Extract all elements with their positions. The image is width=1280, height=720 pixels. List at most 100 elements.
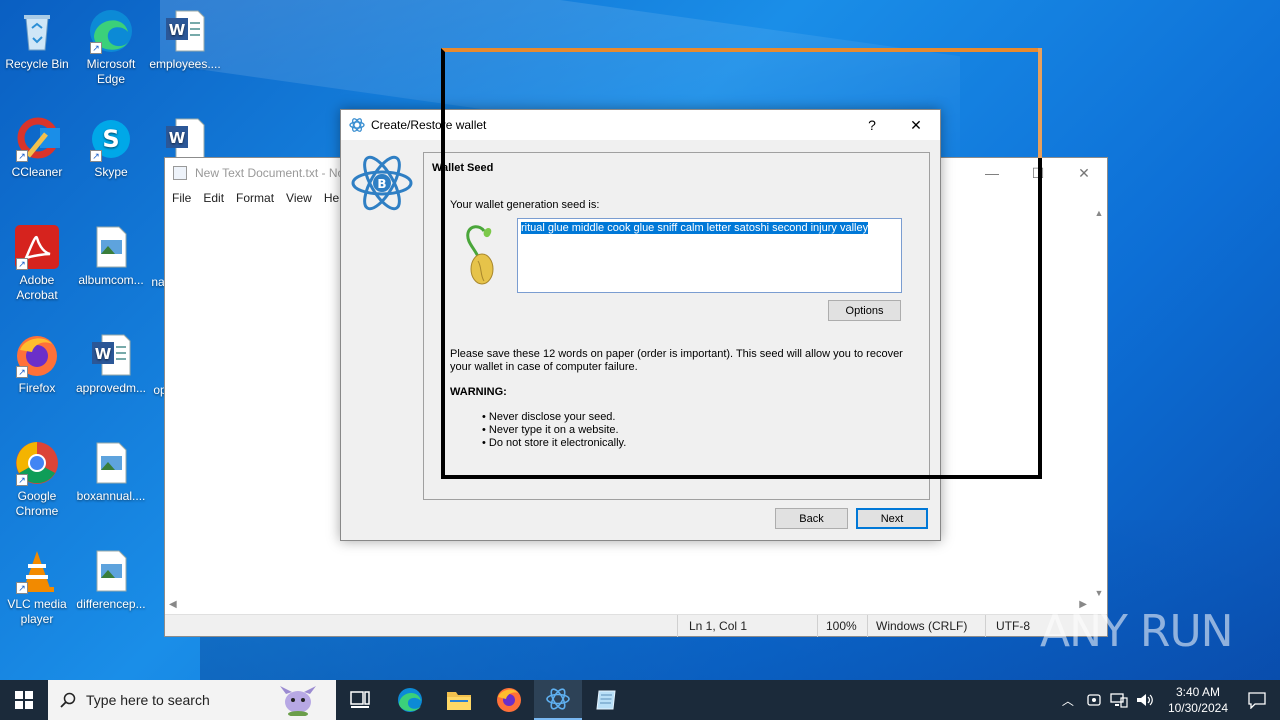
warning-title: WARNING: (450, 386, 507, 398)
taskbar-firefox[interactable] (485, 680, 533, 720)
desktop-icon-label: Microsoft Edge (86, 57, 136, 86)
ccleaner-icon: ↗ (14, 116, 60, 162)
adobe-acrobat-icon: ↗ (14, 224, 60, 270)
image-file-icon (88, 224, 134, 270)
shortcut-arrow-icon: ↗ (16, 258, 28, 270)
shortcut-arrow-icon: ↗ (16, 366, 28, 378)
notepad-horizontal-scrollbar[interactable]: ◀ ▶ (165, 598, 1091, 614)
dialog-title: Create/Restore wallet (371, 118, 487, 132)
desktop-icon-label: VLC media player (7, 597, 67, 626)
vlc-icon: ↗ (14, 548, 60, 594)
system-tray: ︿ 3:40 AM 10/30/2024 (1062, 680, 1280, 720)
desktop-icon-employees[interactable]: W employees.... (148, 8, 222, 72)
warning-item-text: Never type it on a website. (488, 424, 619, 436)
seed-sprout-icon (466, 225, 494, 285)
desktop-icon-ccleaner[interactable]: ↗ CCleaner (0, 116, 74, 180)
task-view-button[interactable] (336, 680, 384, 720)
windows-logo-icon (15, 691, 33, 709)
maximize-icon[interactable]: ☐ (1015, 158, 1061, 188)
notepad-vertical-scrollbar[interactable]: ▲ ▼ (1091, 208, 1107, 598)
info-text-line2: your wallet in case of computer failure. (450, 361, 638, 373)
image-file-icon (88, 548, 134, 594)
desktop-icon-label: approvedm... (75, 381, 147, 395)
edge-icon: ↗ (88, 8, 134, 54)
taskbar: Type here to search ︿ 3:40 AM 10/30/2024 (0, 680, 1280, 720)
taskbar-edge[interactable] (386, 680, 434, 720)
scroll-down-icon[interactable]: ▼ (1091, 588, 1107, 598)
menu-format[interactable]: Format (236, 191, 286, 205)
status-separator (867, 615, 868, 637)
desktop-icon-boxannual[interactable]: boxannual.... (74, 440, 148, 504)
section-title: Wallet Seed (432, 162, 494, 174)
desktop-icon-label: employees.... (149, 57, 221, 71)
close-icon[interactable]: ✕ (1061, 158, 1107, 188)
notification-icon[interactable] (1248, 691, 1266, 709)
desktop-icon-label: differencep... (76, 597, 146, 611)
svg-text:W: W (95, 345, 112, 363)
menu-file[interactable]: File (172, 191, 203, 205)
network-icon[interactable] (1110, 692, 1128, 708)
notepad-icon (173, 166, 187, 180)
desktop-icon-approvedm[interactable]: W approvedm... (74, 332, 148, 396)
status-cursor-position: Ln 1, Col 1 (689, 619, 748, 633)
svg-text:B: B (377, 177, 386, 191)
back-button[interactable]: Back (775, 508, 848, 529)
status-encoding: UTF-8 (996, 619, 1030, 633)
desktop-icon-label: boxannual.... (76, 489, 146, 503)
image-file-icon (88, 440, 134, 486)
create-restore-wallet-dialog[interactable]: Create/Restore wallet ? ✕ B Wallet Seed … (340, 109, 941, 541)
seed-label: Your wallet generation seed is: (450, 199, 600, 211)
volume-icon[interactable] (1136, 692, 1154, 708)
next-button[interactable]: Next (856, 508, 928, 529)
shortcut-arrow-icon: ↗ (16, 474, 28, 486)
desktop-icon-label: Adobe Acrobat (16, 273, 58, 302)
dialog-close-button[interactable]: ✕ (894, 110, 938, 140)
word-doc-icon: W (162, 116, 208, 162)
svg-text:S: S (102, 125, 119, 153)
taskbar-clock[interactable]: 3:40 AM 10/30/2024 (1168, 684, 1228, 716)
scroll-up-icon[interactable]: ▲ (1091, 208, 1107, 218)
taskbar-notepad[interactable] (583, 680, 631, 720)
desktop-icon-differencep[interactable]: differencep... (74, 548, 148, 612)
help-button[interactable]: ? (850, 110, 894, 140)
scroll-left-icon[interactable]: ◀ (169, 599, 177, 610)
menu-view[interactable]: View (286, 191, 324, 205)
meet-now-icon[interactable] (1086, 692, 1102, 708)
shortcut-arrow-icon: ↗ (90, 150, 102, 162)
electrum-logo-icon: B (351, 155, 413, 211)
recycle-bin-icon (14, 8, 60, 54)
status-separator (817, 615, 818, 637)
chevron-up-icon[interactable]: ︿ (1062, 692, 1074, 709)
desktop-icon-label: CCleaner (11, 165, 63, 179)
status-separator (677, 615, 678, 637)
word-doc-icon: W (162, 8, 208, 54)
options-button[interactable]: Options (828, 300, 901, 321)
desktop-icon-adobe-acrobat[interactable]: ↗ Adobe Acrobat (0, 224, 74, 303)
warning-item: • Never disclose your seed. (482, 411, 616, 423)
seed-textarea[interactable]: ritual glue middle cook glue sniff calm … (517, 218, 902, 293)
shortcut-arrow-icon: ↗ (90, 42, 102, 54)
taskbar-file-explorer[interactable] (435, 680, 483, 720)
search-placeholder: Type here to search (86, 692, 210, 708)
status-separator (985, 615, 986, 637)
taskbar-search-box[interactable]: Type here to search (48, 680, 336, 720)
desktop-icon-recycle-bin[interactable]: Recycle Bin (0, 8, 74, 72)
taskbar-electrum[interactable] (534, 680, 582, 720)
desktop-icon-skype[interactable]: S ↗ Skype (74, 116, 148, 180)
start-button[interactable] (0, 680, 48, 720)
clock-date: 10/30/2024 (1167, 701, 1228, 715)
desktop-icon-microsoft-edge[interactable]: ↗ Microsoft Edge (74, 8, 148, 87)
skype-icon: S ↗ (88, 116, 134, 162)
desktop-icon-vlc[interactable]: ↗ VLC media player (0, 548, 74, 627)
minimize-icon[interactable]: — (969, 158, 1015, 188)
anyrun-watermark: ANY RUN (1040, 606, 1234, 657)
seed-words-text: ritual glue middle cook glue sniff calm … (521, 222, 869, 234)
desktop-icon-albumcom[interactable]: albumcom... (74, 224, 148, 288)
notepad-icon (596, 690, 616, 710)
desktop-icon-google-chrome[interactable]: ↗ Google Chrome (0, 440, 74, 519)
shortcut-arrow-icon: ↗ (16, 582, 28, 594)
desktop-icon-firefox[interactable]: ↗ Firefox (0, 332, 74, 396)
menu-edit[interactable]: Edit (203, 191, 236, 205)
word-doc-icon: W (88, 332, 134, 378)
svg-text:W: W (169, 21, 186, 39)
